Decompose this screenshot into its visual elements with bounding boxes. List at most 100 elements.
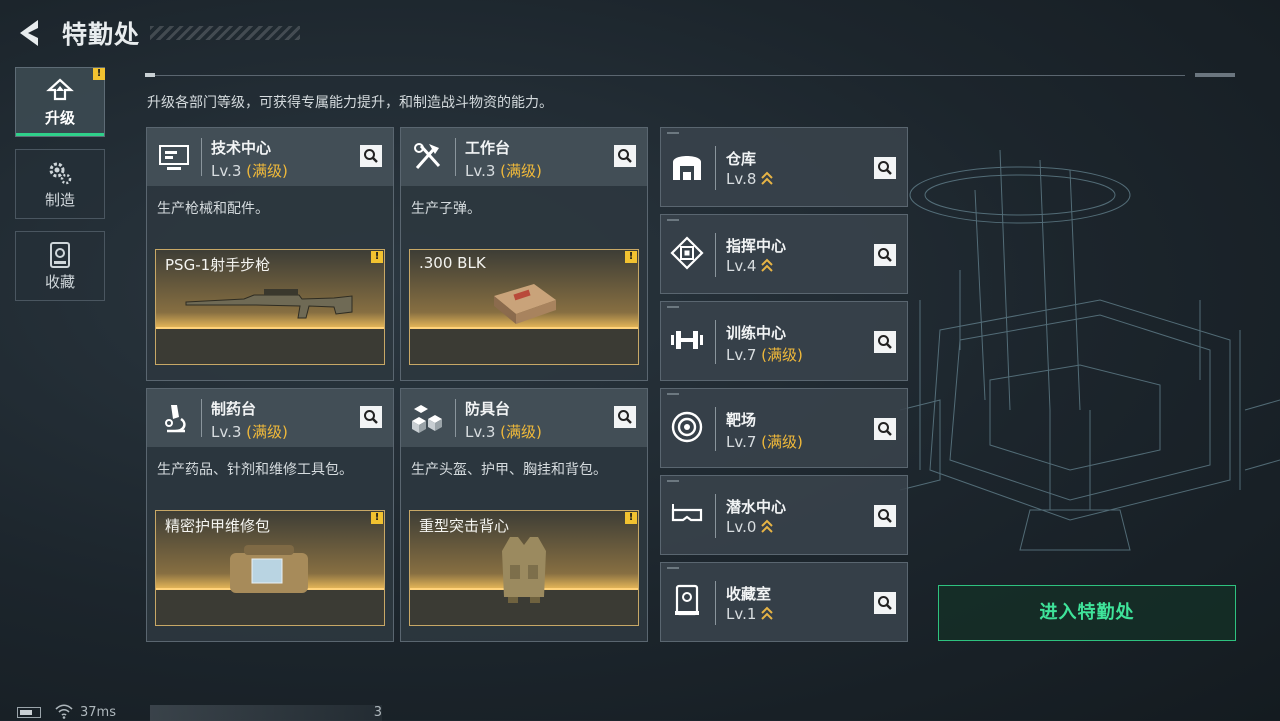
max-level-label: (满级) <box>761 433 803 451</box>
search-icon[interactable] <box>874 157 896 179</box>
vest-image <box>502 537 546 603</box>
facility-level: Lv.7 <box>726 433 757 451</box>
upgrade-chevron-icon <box>761 171 774 185</box>
station-name: 技术中心 <box>211 139 272 157</box>
nav-label: 制造 <box>44 191 75 209</box>
chip-icon <box>670 236 704 270</box>
station-description: 生产药品、针剂和维修工具包。 <box>157 462 353 478</box>
nav-tab-collection[interactable]: 收藏 <box>15 231 105 301</box>
station-description: 生产枪械和配件。 <box>157 201 269 217</box>
facility-training-center[interactable]: 训练中心 Lv.7 (满级) <box>660 301 908 381</box>
collection-icon <box>50 242 70 268</box>
station-level: Lv.3 <box>465 162 496 180</box>
nav-tab-craft[interactable]: 制造 <box>15 149 105 219</box>
station-card-armory[interactable]: 防具台 Lv.3 (满级) 生产头盔、护甲、胸挂和背包。 重型突击背心 ! <box>400 388 648 642</box>
product-slot[interactable]: .300 BLK ! <box>409 249 639 365</box>
battery-icon <box>17 707 41 718</box>
nav-label: 升级 <box>44 109 75 127</box>
facility-warehouse[interactable]: 仓库 Lv.8 <box>660 127 908 207</box>
page-description: 升级各部门等级，可获得专属能力提升，和制造战斗物资的能力。 <box>147 95 553 111</box>
search-icon[interactable] <box>360 145 382 167</box>
max-level-label: (满级) <box>246 162 288 180</box>
search-icon[interactable] <box>874 592 896 614</box>
upgrade-chevron-icon <box>761 258 774 272</box>
nav-label: 收藏 <box>44 273 75 291</box>
wifi-icon <box>55 704 73 719</box>
cubes-icon <box>412 405 442 433</box>
headquarters-blueprint-art <box>900 150 1280 551</box>
facility-name: 潜水中心 <box>726 498 787 516</box>
station-level: Lv.3 <box>465 423 496 441</box>
upgrade-chevron-icon <box>761 519 774 533</box>
showcase-icon <box>675 584 699 616</box>
facility-level: Lv.0 <box>726 518 757 536</box>
product-name: 精密护甲维修包 <box>165 517 271 535</box>
search-icon[interactable] <box>874 505 896 527</box>
facility-diving-center[interactable]: 潜水中心 Lv.0 <box>660 475 908 555</box>
rifle-image <box>185 289 353 319</box>
station-card-pharmacy[interactable]: 制药台 Lv.3 (满级) 生产药品、针剂和维修工具包。 精密护甲维修包 ! <box>146 388 394 642</box>
uid-suffix: 3 <box>373 705 382 720</box>
search-icon[interactable] <box>874 331 896 353</box>
player-uid: 3 <box>150 705 382 721</box>
target-icon <box>671 411 703 443</box>
divider <box>145 75 1185 76</box>
facility-name: 指挥中心 <box>726 237 787 255</box>
page-title: 特勤处 <box>62 20 141 49</box>
warning-badge: ! <box>93 68 105 80</box>
max-level-label: (满级) <box>761 346 803 364</box>
max-level-label: (满级) <box>500 423 542 441</box>
product-slot[interactable]: PSG-1射手步枪 ! <box>155 249 385 365</box>
search-icon[interactable] <box>360 406 382 428</box>
facility-name: 仓库 <box>726 150 757 168</box>
warning-badge: ! <box>371 251 383 263</box>
divider-cap <box>145 73 155 77</box>
station-card-tech-center[interactable]: 技术中心 Lv.3 (满级) 生产枪械和配件。 PSG-1射手步枪 ! <box>146 127 394 381</box>
search-icon[interactable] <box>614 145 636 167</box>
search-icon[interactable] <box>874 244 896 266</box>
product-name: 重型突击背心 <box>419 517 510 535</box>
monitor-icon <box>159 145 189 170</box>
facility-level: Lv.1 <box>726 605 757 623</box>
back-arrow-icon[interactable] <box>14 16 48 50</box>
facility-shooting-range[interactable]: 靶场 Lv.7 (满级) <box>660 388 908 468</box>
gear-icon <box>49 162 72 185</box>
station-level: Lv.3 <box>211 423 242 441</box>
facility-collection-room[interactable]: 收藏室 Lv.1 <box>660 562 908 642</box>
station-level: Lv.3 <box>211 162 242 180</box>
facility-level: Lv.4 <box>726 257 757 275</box>
nav-tab-upgrade[interactable]: 升级 ! <box>15 67 105 137</box>
dumbbell-icon <box>671 331 703 349</box>
ping-readout: 37ms <box>80 705 116 720</box>
warning-badge: ! <box>625 251 637 263</box>
station-card-workbench[interactable]: 工作台 Lv.3 (满级) 生产子弹。 .300 BLK ! <box>400 127 648 381</box>
upgrade-chevron-icon <box>761 606 774 620</box>
facility-name: 靶场 <box>726 411 757 429</box>
product-name: .300 BLK <box>419 254 486 272</box>
search-icon[interactable] <box>874 418 896 440</box>
product-name: PSG-1射手步枪 <box>165 256 271 274</box>
upgrade-icon <box>46 78 74 101</box>
microscope-icon <box>165 405 186 433</box>
max-level-label: (满级) <box>500 162 542 180</box>
station-name: 防具台 <box>465 400 511 418</box>
ammo-box-image <box>494 284 556 324</box>
warehouse-icon <box>673 156 701 180</box>
search-icon[interactable] <box>614 406 636 428</box>
product-slot[interactable]: 精密护甲维修包 ! <box>155 510 385 626</box>
facility-name: 训练中心 <box>726 324 787 342</box>
enter-special-ops-button[interactable]: 进入特勤处 <box>938 585 1236 641</box>
warning-badge: ! <box>625 512 637 524</box>
facility-command-center[interactable]: 指挥中心 Lv.4 <box>660 214 908 294</box>
facility-level: Lv.7 <box>726 346 757 364</box>
station-description: 生产子弹。 <box>411 201 481 217</box>
max-level-label: (满级) <box>246 423 288 441</box>
station-name: 制药台 <box>211 400 257 418</box>
title-decoration <box>150 26 300 40</box>
station-name: 工作台 <box>465 139 511 157</box>
product-slot[interactable]: 重型突击背心 ! <box>409 510 639 626</box>
divider-cap <box>1195 73 1235 77</box>
repair-kit-image <box>230 545 308 593</box>
diving-mask-icon <box>671 504 703 522</box>
tools-icon <box>414 143 441 169</box>
